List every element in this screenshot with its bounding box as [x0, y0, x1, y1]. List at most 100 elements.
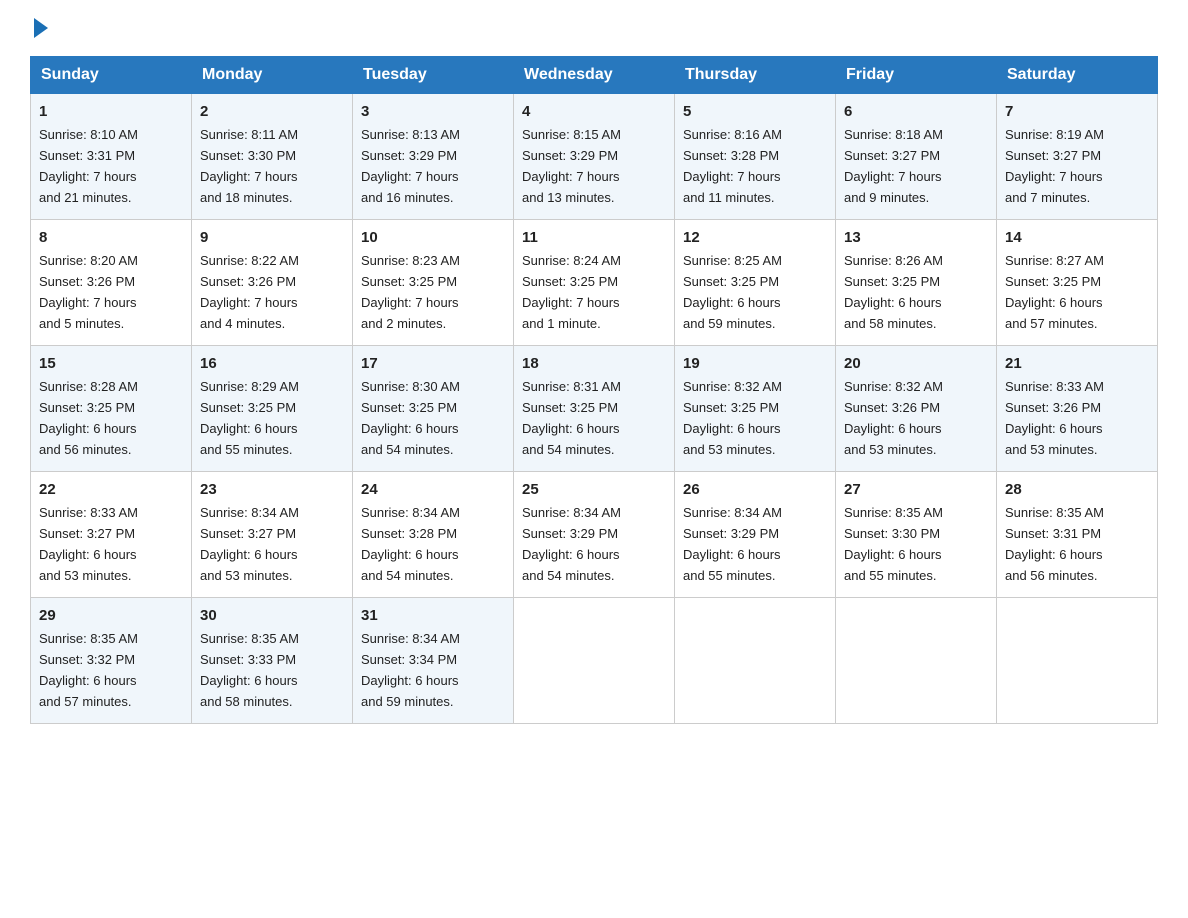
day-number: 17: [361, 352, 505, 375]
day-info: Sunrise: 8:35 AMSunset: 3:33 PMDaylight:…: [200, 631, 299, 709]
calendar-cell: 20 Sunrise: 8:32 AMSunset: 3:26 PMDayligh…: [836, 345, 997, 471]
calendar-cell: 23Sunrise: 8:34 AMSunset: 3:27 PMDayligh…: [192, 471, 353, 597]
day-info: Sunrise: 8:34 AMSunset: 3:29 PMDaylight:…: [522, 505, 621, 583]
day-number: 16: [200, 352, 344, 375]
day-info: Sunrise: 8:23 AMSunset: 3:25 PMDaylight:…: [361, 253, 460, 331]
day-number: 28: [1005, 478, 1149, 501]
day-info: Sunrise: 8:35 AMSunset: 3:32 PMDaylight:…: [39, 631, 138, 709]
day-info: Sunrise: 8:35 AMSunset: 3:31 PMDaylight:…: [1005, 505, 1104, 583]
day-number: 1: [39, 100, 183, 123]
calendar-cell: [997, 597, 1158, 723]
calendar-cell: 14 Sunrise: 8:27 AMSunset: 3:25 PMDayligh…: [997, 219, 1158, 345]
day-info: Sunrise: 8:33 AMSunset: 3:26 PMDaylight:…: [1005, 379, 1104, 457]
day-number: 27: [844, 478, 988, 501]
calendar-cell: 22Sunrise: 8:33 AMSunset: 3:27 PMDayligh…: [31, 471, 192, 597]
day-info: Sunrise: 8:34 AMSunset: 3:29 PMDaylight:…: [683, 505, 782, 583]
day-info: Sunrise: 8:22 AMSunset: 3:26 PMDaylight:…: [200, 253, 299, 331]
calendar-cell: 7 Sunrise: 8:19 AMSunset: 3:27 PMDaylight…: [997, 94, 1158, 220]
day-info: Sunrise: 8:13 AMSunset: 3:29 PMDaylight:…: [361, 127, 460, 205]
weekday-header-monday: Monday: [192, 57, 353, 94]
calendar-cell: 5 Sunrise: 8:16 AMSunset: 3:28 PMDaylight…: [675, 94, 836, 220]
calendar-cell: 16 Sunrise: 8:29 AMSunset: 3:25 PMDayligh…: [192, 345, 353, 471]
day-info: Sunrise: 8:34 AMSunset: 3:34 PMDaylight:…: [361, 631, 460, 709]
day-info: Sunrise: 8:11 AMSunset: 3:30 PMDaylight:…: [200, 127, 298, 205]
calendar-week-row: 8 Sunrise: 8:20 AMSunset: 3:26 PMDaylight…: [31, 219, 1158, 345]
calendar-cell: 26 Sunrise: 8:34 AMSunset: 3:29 PMDayligh…: [675, 471, 836, 597]
calendar-cell: 10 Sunrise: 8:23 AMSunset: 3:25 PMDayligh…: [353, 219, 514, 345]
calendar-cell: 8 Sunrise: 8:20 AMSunset: 3:26 PMDaylight…: [31, 219, 192, 345]
day-number: 31: [361, 604, 505, 627]
logo-triangle-icon: [34, 18, 48, 38]
calendar-cell: 28 Sunrise: 8:35 AMSunset: 3:31 PMDayligh…: [997, 471, 1158, 597]
day-number: 21: [1005, 352, 1149, 375]
day-number: 20: [844, 352, 988, 375]
day-number: 10: [361, 226, 505, 249]
day-number: 3: [361, 100, 505, 123]
day-number: 5: [683, 100, 827, 123]
day-info: Sunrise: 8:19 AMSunset: 3:27 PMDaylight:…: [1005, 127, 1104, 205]
day-number: 26: [683, 478, 827, 501]
calendar-cell: 27Sunrise: 8:35 AMSunset: 3:30 PMDayligh…: [836, 471, 997, 597]
calendar-cell: 11 Sunrise: 8:24 AMSunset: 3:25 PMDayligh…: [514, 219, 675, 345]
day-info: Sunrise: 8:16 AMSunset: 3:28 PMDaylight:…: [683, 127, 782, 205]
day-info: Sunrise: 8:15 AMSunset: 3:29 PMDaylight:…: [522, 127, 621, 205]
calendar-cell: 2 Sunrise: 8:11 AMSunset: 3:30 PMDaylight…: [192, 94, 353, 220]
day-number: 2: [200, 100, 344, 123]
day-info: Sunrise: 8:10 AMSunset: 3:31 PMDaylight:…: [39, 127, 138, 205]
weekday-header-wednesday: Wednesday: [514, 57, 675, 94]
day-info: Sunrise: 8:27 AMSunset: 3:25 PMDaylight:…: [1005, 253, 1104, 331]
calendar-cell: 4 Sunrise: 8:15 AMSunset: 3:29 PMDaylight…: [514, 94, 675, 220]
calendar-cell: 31 Sunrise: 8:34 AMSunset: 3:34 PMDayligh…: [353, 597, 514, 723]
weekday-header-tuesday: Tuesday: [353, 57, 514, 94]
day-number: 29: [39, 604, 183, 627]
calendar-cell: 19Sunrise: 8:32 AMSunset: 3:25 PMDayligh…: [675, 345, 836, 471]
day-info: Sunrise: 8:31 AMSunset: 3:25 PMDaylight:…: [522, 379, 621, 457]
day-number: 14: [1005, 226, 1149, 249]
day-number: 4: [522, 100, 666, 123]
day-number: 19: [683, 352, 827, 375]
weekday-header-row: SundayMondayTuesdayWednesdayThursdayFrid…: [31, 57, 1158, 94]
day-info: Sunrise: 8:26 AMSunset: 3:25 PMDaylight:…: [844, 253, 943, 331]
calendar-cell: 12Sunrise: 8:25 AMSunset: 3:25 PMDayligh…: [675, 219, 836, 345]
day-number: 11: [522, 226, 666, 249]
logo: [30, 20, 48, 38]
calendar-cell: 21 Sunrise: 8:33 AMSunset: 3:26 PMDayligh…: [997, 345, 1158, 471]
day-number: 30: [200, 604, 344, 627]
day-number: 23: [200, 478, 344, 501]
day-number: 6: [844, 100, 988, 123]
calendar-week-row: 29 Sunrise: 8:35 AMSunset: 3:32 PMDayligh…: [31, 597, 1158, 723]
day-number: 13: [844, 226, 988, 249]
day-info: Sunrise: 8:29 AMSunset: 3:25 PMDaylight:…: [200, 379, 299, 457]
calendar-cell: 25 Sunrise: 8:34 AMSunset: 3:29 PMDayligh…: [514, 471, 675, 597]
day-info: Sunrise: 8:28 AMSunset: 3:25 PMDaylight:…: [39, 379, 138, 457]
weekday-header-thursday: Thursday: [675, 57, 836, 94]
day-info: Sunrise: 8:24 AMSunset: 3:25 PMDaylight:…: [522, 253, 621, 331]
calendar-cell: [675, 597, 836, 723]
calendar-cell: 30 Sunrise: 8:35 AMSunset: 3:33 PMDayligh…: [192, 597, 353, 723]
day-number: 25: [522, 478, 666, 501]
calendar-cell: 24Sunrise: 8:34 AMSunset: 3:28 PMDayligh…: [353, 471, 514, 597]
calendar-week-row: 15 Sunrise: 8:28 AMSunset: 3:25 PMDayligh…: [31, 345, 1158, 471]
calendar-cell: 13 Sunrise: 8:26 AMSunset: 3:25 PMDayligh…: [836, 219, 997, 345]
calendar-cell: 9 Sunrise: 8:22 AMSunset: 3:26 PMDaylight…: [192, 219, 353, 345]
day-info: Sunrise: 8:33 AMSunset: 3:27 PMDaylight:…: [39, 505, 138, 583]
day-info: Sunrise: 8:20 AMSunset: 3:26 PMDaylight:…: [39, 253, 138, 331]
calendar-cell: [836, 597, 997, 723]
day-number: 9: [200, 226, 344, 249]
day-info: Sunrise: 8:34 AMSunset: 3:28 PMDaylight:…: [361, 505, 460, 583]
day-number: 7: [1005, 100, 1149, 123]
weekday-header-friday: Friday: [836, 57, 997, 94]
calendar-cell: 3 Sunrise: 8:13 AMSunset: 3:29 PMDaylight…: [353, 94, 514, 220]
calendar-cell: [514, 597, 675, 723]
day-number: 18: [522, 352, 666, 375]
calendar-cell: 29 Sunrise: 8:35 AMSunset: 3:32 PMDayligh…: [31, 597, 192, 723]
logo-blue-text: [30, 20, 48, 38]
calendar-cell: 15 Sunrise: 8:28 AMSunset: 3:25 PMDayligh…: [31, 345, 192, 471]
calendar-cell: 6Sunrise: 8:18 AMSunset: 3:27 PMDaylight…: [836, 94, 997, 220]
day-number: 15: [39, 352, 183, 375]
calendar-table: SundayMondayTuesdayWednesdayThursdayFrid…: [30, 56, 1158, 724]
weekday-header-saturday: Saturday: [997, 57, 1158, 94]
calendar-week-row: 1 Sunrise: 8:10 AMSunset: 3:31 PMDaylight…: [31, 94, 1158, 220]
day-number: 8: [39, 226, 183, 249]
day-info: Sunrise: 8:32 AMSunset: 3:26 PMDaylight:…: [844, 379, 943, 457]
